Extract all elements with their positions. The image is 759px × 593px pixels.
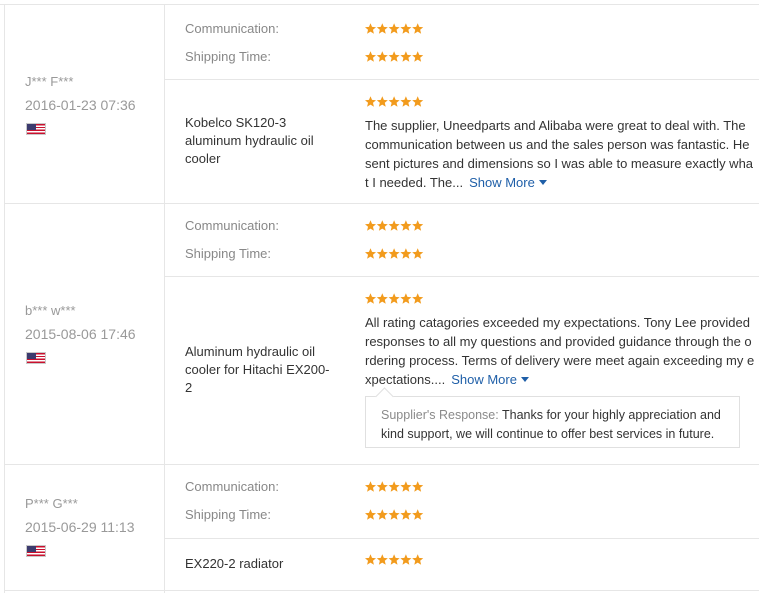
star-icon: [388, 248, 400, 259]
table-left-border: [4, 4, 5, 593]
caret-down-icon: [520, 377, 529, 382]
row-divider: [4, 590, 759, 591]
reviews-table: J*** F*** 2016-01-23 07:36 Communication…: [0, 0, 759, 593]
communication-rating: [365, 220, 425, 231]
star-icon: [376, 96, 388, 107]
communication-rating: [365, 481, 425, 492]
product-name: Aluminum hydraulic oil cooler for Hitach…: [185, 344, 330, 395]
star-icon: [412, 554, 424, 565]
star-icon: [400, 481, 412, 492]
shipping-time-label: Shipping Time:: [185, 246, 271, 261]
star-icon: [412, 23, 424, 34]
row-divider: [4, 203, 759, 204]
star-icon: [412, 220, 424, 231]
supplier-response-label: Supplier's Response:: [381, 408, 499, 422]
review-text: The supplier, Uneedparts and Alibaba wer…: [365, 116, 755, 192]
us-flag-icon: [26, 545, 46, 557]
star-icon: [376, 554, 388, 565]
communication-label: Communication:: [185, 479, 279, 494]
star-icon: [388, 293, 400, 304]
star-icon: [365, 554, 377, 565]
star-icon: [400, 23, 412, 34]
buyer-name: b*** w***: [25, 303, 76, 318]
table-top-border: [0, 4, 759, 5]
row-divider: [4, 464, 759, 465]
show-more-label: Show More: [469, 175, 535, 190]
response-pointer: [375, 387, 394, 406]
star-icon: [412, 96, 424, 107]
shipping-time-rating: [365, 51, 425, 62]
star-icon: [376, 509, 388, 520]
supplier-response-box: Supplier's Response: Thanks for your hig…: [365, 387, 740, 448]
communication-label: Communication:: [185, 21, 279, 36]
star-icon: [400, 96, 412, 107]
star-icon: [365, 96, 377, 107]
star-icon: [388, 51, 400, 62]
star-icon: [412, 248, 424, 259]
subrow-divider: [165, 79, 759, 80]
caret-down-icon: [538, 180, 547, 185]
column-divider: [164, 4, 165, 593]
product-name: EX220-2 radiator: [185, 556, 284, 571]
star-icon: [376, 51, 388, 62]
star-icon: [400, 554, 412, 565]
product-name: Kobelco SK120-3 aluminum hydraulic oil c…: [185, 115, 314, 166]
star-icon: [388, 96, 400, 107]
buyer-name: P*** G***: [25, 496, 78, 511]
star-icon: [365, 248, 377, 259]
communication-rating: [365, 23, 425, 34]
subrow-divider: [165, 276, 759, 277]
review-text: All rating catagories exceeded my expect…: [365, 313, 755, 389]
star-icon: [400, 293, 412, 304]
review-body: All rating catagories exceeded my expect…: [365, 315, 755, 387]
review-body: The supplier, Uneedparts and Alibaba wer…: [365, 118, 754, 190]
buyer-name: J*** F***: [25, 74, 74, 89]
star-icon: [365, 220, 377, 231]
star-icon: [412, 481, 424, 492]
review-date: 2015-08-06 17:46: [25, 326, 136, 342]
star-icon: [400, 509, 412, 520]
star-icon: [365, 293, 377, 304]
show-more-link[interactable]: Show More: [469, 175, 547, 190]
show-more-label: Show More: [451, 372, 517, 387]
star-icon: [400, 248, 412, 259]
review-rating: [365, 554, 425, 565]
star-icon: [388, 509, 400, 520]
star-icon: [376, 23, 388, 34]
star-icon: [400, 51, 412, 62]
us-flag-icon: [26, 352, 46, 364]
review-rating: [365, 96, 425, 107]
shipping-time-rating: [365, 248, 425, 259]
star-icon: [365, 509, 377, 520]
review-date: 2015-06-29 11:13: [25, 519, 135, 535]
us-flag-icon: [26, 123, 46, 135]
star-icon: [412, 509, 424, 520]
communication-label: Communication:: [185, 218, 279, 233]
subrow-divider: [165, 538, 759, 539]
review-rating: [365, 293, 425, 304]
star-icon: [376, 248, 388, 259]
star-icon: [376, 293, 388, 304]
star-icon: [388, 481, 400, 492]
show-more-link[interactable]: Show More: [451, 372, 529, 387]
star-icon: [412, 51, 424, 62]
star-icon: [388, 23, 400, 34]
shipping-time-label: Shipping Time:: [185, 507, 271, 522]
star-icon: [365, 23, 377, 34]
supplier-response: Supplier's Response: Thanks for your hig…: [381, 406, 726, 444]
star-icon: [365, 481, 377, 492]
star-icon: [400, 220, 412, 231]
star-icon: [365, 51, 377, 62]
star-icon: [376, 220, 388, 231]
shipping-time-label: Shipping Time:: [185, 49, 271, 64]
star-icon: [376, 481, 388, 492]
star-icon: [388, 220, 400, 231]
review-date: 2016-01-23 07:36: [25, 97, 136, 113]
shipping-time-rating: [365, 509, 425, 520]
star-icon: [388, 554, 400, 565]
star-icon: [412, 293, 424, 304]
